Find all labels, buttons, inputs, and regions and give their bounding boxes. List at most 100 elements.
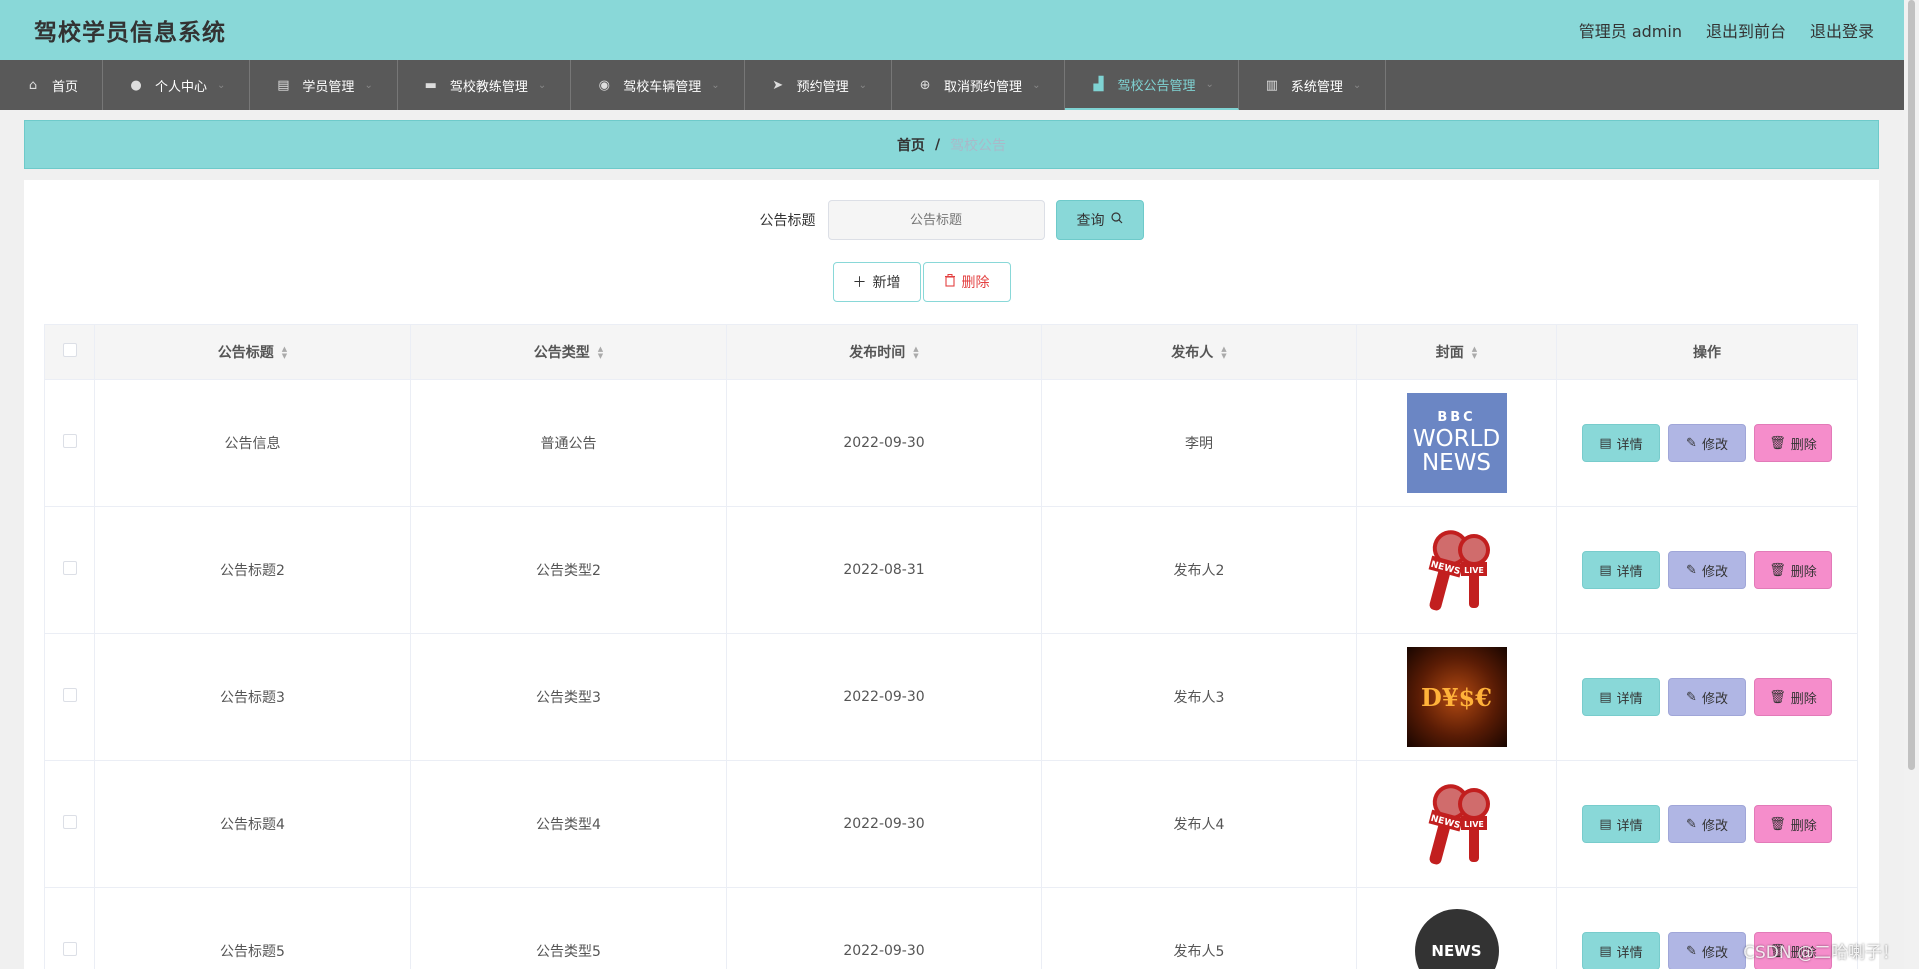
cover-image-bbc: BBC WORLD NEWS	[1406, 393, 1507, 493]
cell-cover: NEWS LIVE	[1356, 760, 1557, 888]
trash-icon: 🗑	[1769, 689, 1786, 705]
trash-icon: 🗑	[1769, 562, 1786, 578]
nav-item-coaches[interactable]: ▬ 驾校教练管理 ⌄	[398, 60, 572, 110]
app-title: 驾校学员信息系统	[34, 20, 226, 46]
column-label: 公告标题	[217, 345, 274, 361]
sort-icon[interactable]: ▲ ▼	[913, 346, 918, 360]
nav-item-home[interactable]: ⌂ 首页	[0, 60, 104, 110]
nav-item-students[interactable]: ▤ 学员管理 ⌄	[250, 60, 398, 110]
cell-cover: D¥$€	[1356, 633, 1557, 761]
logout-link[interactable]: 退出登录	[1810, 18, 1874, 42]
page-scrollbar[interactable]	[1904, 0, 1919, 969]
cell-date: 2022-09-30	[726, 760, 1042, 888]
chevron-down-icon: ⌄	[711, 79, 720, 91]
cover-image-money: D¥$€	[1406, 647, 1507, 747]
scrollbar-thumb[interactable]	[1908, 0, 1915, 770]
nav-item-booking[interactable]: ➤ 预约管理 ⌄	[745, 60, 893, 110]
pencil-icon: ✎	[1686, 816, 1697, 832]
search-input[interactable]	[827, 200, 1045, 240]
detail-button[interactable]: ▤ 详情	[1582, 805, 1660, 843]
cell-type: 公告类型3	[410, 633, 727, 761]
announcement-table: 公告标题 ▲ ▼ 公告类型 ▲ ▼ 发布时间 ▲ ▼ 发布人 ▲ ▼ 封面 ▲ ▼ 操作 公告信息 …	[44, 324, 1858, 969]
cell-author: 发布人4	[1041, 760, 1357, 888]
detail-button[interactable]: ▤ 详情	[1582, 424, 1660, 462]
row-checkbox[interactable]	[62, 688, 77, 702]
add-button-label: 新增	[872, 275, 901, 291]
pencil-icon: ✎	[1686, 435, 1697, 451]
back-to-front-link[interactable]: 退出到前台	[1706, 18, 1786, 42]
sort-icon[interactable]: ▲ ▼	[1472, 346, 1477, 360]
cell-title: 公告信息	[94, 379, 411, 507]
op-label: 修改	[1701, 437, 1728, 453]
checkbox[interactable]	[62, 343, 77, 357]
nav-item-profile[interactable]: ● 个人中心 ⌄	[103, 60, 251, 110]
header-author[interactable]: 发布人 ▲ ▼	[1041, 324, 1357, 380]
doc-icon: ▤	[1599, 689, 1612, 705]
edit-button[interactable]: ✎ 修改	[1668, 932, 1746, 969]
chevron-down-icon: ⌄	[1352, 79, 1362, 91]
delete-button[interactable]: 🗑 删除	[1754, 805, 1832, 843]
breadcrumb-home[interactable]: 首页	[897, 135, 925, 155]
column-label: 公告类型	[533, 345, 590, 361]
delete-button[interactable]: 🗑 删除	[1754, 551, 1832, 589]
nav-label: 首页	[52, 79, 79, 95]
table-row: 公告标题2 公告类型2 2022-08-31 发布人2 NEWS LIVE ▤ …	[44, 506, 1858, 634]
nav-item-announcements[interactable]: ▟ 驾校公告管理 ⌄	[1065, 60, 1239, 110]
news-globe-icon: NEWS	[1414, 909, 1499, 969]
cell-author: 发布人2	[1041, 506, 1357, 634]
row-checkbox[interactable]	[62, 815, 77, 829]
op-label: 修改	[1701, 945, 1728, 961]
table-row: 公告标题5 公告类型5 2022-09-30 发布人5 NEWS ▤ 详情 ✎ 修改 🗑…	[44, 887, 1858, 969]
column-label: 发布人	[1171, 345, 1214, 361]
header-cover[interactable]: 封面 ▲ ▼	[1356, 324, 1557, 380]
home-icon: ⌂	[28, 77, 38, 93]
cell-date: 2022-09-30	[726, 633, 1042, 761]
sort-icon[interactable]: ▲ ▼	[1221, 346, 1226, 360]
search-bar: 公告标题 查询	[24, 200, 1879, 240]
trash-icon: 🗑	[1769, 816, 1786, 832]
batch-delete-button[interactable]: 删除	[922, 262, 1011, 302]
cell-title: 公告标题5	[94, 887, 411, 969]
detail-button[interactable]: ▤ 详情	[1582, 678, 1660, 716]
nav-item-system[interactable]: ▥ 系统管理 ⌄	[1239, 60, 1387, 110]
sort-icon[interactable]: ▲ ▼	[282, 346, 287, 360]
edit-button[interactable]: ✎ 修改	[1668, 424, 1746, 462]
cell-title: 公告标题2	[94, 506, 411, 634]
row-checkbox[interactable]	[62, 942, 77, 956]
nav-label: 驾校车辆管理	[623, 79, 702, 95]
cover-text: WORLD	[1412, 426, 1501, 453]
send-icon: ➤	[772, 77, 784, 93]
search-button[interactable]: 查询	[1055, 200, 1144, 240]
detail-button[interactable]: ▤ 详情	[1582, 932, 1660, 969]
sort-icon[interactable]: ▲ ▼	[598, 346, 603, 360]
cell-ops: ▤ 详情 ✎ 修改 🗑 删除	[1556, 760, 1858, 888]
add-button[interactable]: ＋ 新增	[832, 262, 921, 302]
delete-button[interactable]: 🗑 删除	[1754, 678, 1832, 716]
edit-button[interactable]: ✎ 修改	[1668, 805, 1746, 843]
op-label: 详情	[1616, 691, 1643, 707]
cell-author: 发布人3	[1041, 633, 1357, 761]
nav-label: 驾校公告管理	[1117, 78, 1196, 94]
op-label: 修改	[1701, 691, 1728, 707]
pencil-icon: ✎	[1686, 562, 1697, 578]
nav-item-cancel-booking[interactable]: ⊕ 取消预约管理 ⌄	[892, 60, 1066, 110]
header-select-all[interactable]	[44, 324, 95, 380]
cover-image-news-globe: NEWS	[1407, 901, 1507, 969]
cell-date: 2022-08-31	[726, 506, 1042, 634]
header-title[interactable]: 公告标题 ▲ ▼	[94, 324, 411, 380]
main-nav: ⌂ 首页 ● 个人中心 ⌄ ▤ 学员管理 ⌄ ▬ 驾校教练管理 ⌄ ◉ 驾校车辆…	[0, 60, 1919, 110]
op-label: 修改	[1701, 564, 1728, 580]
edit-button[interactable]: ✎ 修改	[1668, 678, 1746, 716]
delete-button[interactable]: 🗑 删除	[1754, 424, 1832, 462]
row-checkbox[interactable]	[62, 561, 77, 575]
detail-button[interactable]: ▤ 详情	[1582, 551, 1660, 589]
nav-item-vehicles[interactable]: ◉ 驾校车辆管理 ⌄	[571, 60, 745, 110]
edit-button[interactable]: ✎ 修改	[1668, 551, 1746, 589]
header-date[interactable]: 发布时间 ▲ ▼	[726, 324, 1042, 380]
row-checkbox[interactable]	[62, 434, 77, 448]
cell-date: 2022-09-30	[726, 379, 1042, 507]
op-label: 详情	[1616, 437, 1643, 453]
news-icon: ▟	[1093, 76, 1104, 92]
header-type[interactable]: 公告类型 ▲ ▼	[410, 324, 727, 380]
cell-author: 李明	[1041, 379, 1357, 507]
